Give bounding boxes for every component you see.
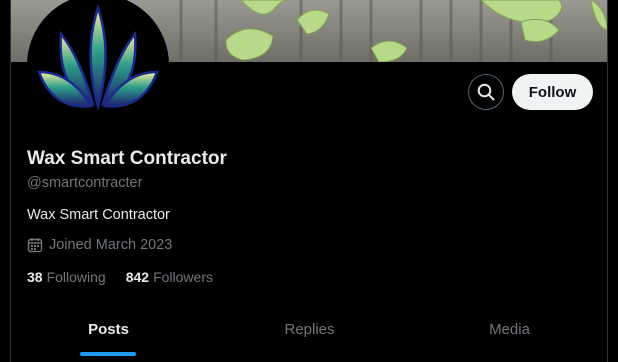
following-link[interactable]: 38 Following	[27, 269, 106, 285]
tab-replies-label: Replies	[284, 321, 335, 338]
tab-replies[interactable]: Replies	[212, 305, 407, 362]
search-button[interactable]	[468, 74, 504, 110]
follow-button-label: Follow	[528, 83, 577, 101]
profile-tabs: Posts Replies Media	[11, 305, 607, 362]
join-date-text: Joined March 2023	[49, 237, 173, 253]
join-date: Joined March 2023	[27, 237, 172, 253]
tab-posts-label: Posts	[88, 321, 129, 338]
followers-link[interactable]: 842 Followers	[126, 269, 213, 285]
calendar-icon	[27, 237, 43, 253]
follow-button[interactable]: Follow	[512, 74, 593, 110]
profile-bio: Wax Smart Contractor	[27, 207, 170, 223]
avatar[interactable]	[27, 0, 169, 136]
followers-label: Followers	[153, 269, 213, 285]
following-count: 38	[27, 269, 43, 285]
followers-count: 842	[125, 269, 150, 285]
leaf-logo-icon	[31, 0, 165, 132]
following-label: Following	[46, 269, 106, 285]
user-handle: @smartcontracter	[27, 175, 143, 191]
search-icon	[477, 83, 495, 101]
follow-stats: 38 Following 842 Followers	[27, 269, 213, 285]
tab-media[interactable]: Media	[412, 305, 607, 362]
tab-media-label: Media	[489, 321, 530, 338]
profile-page: Follow Wax Smart Contractor @smartcontra…	[0, 0, 618, 362]
active-tab-indicator	[80, 352, 136, 356]
column-border-right	[607, 0, 608, 362]
display-name: Wax Smart Contractor	[27, 148, 227, 169]
